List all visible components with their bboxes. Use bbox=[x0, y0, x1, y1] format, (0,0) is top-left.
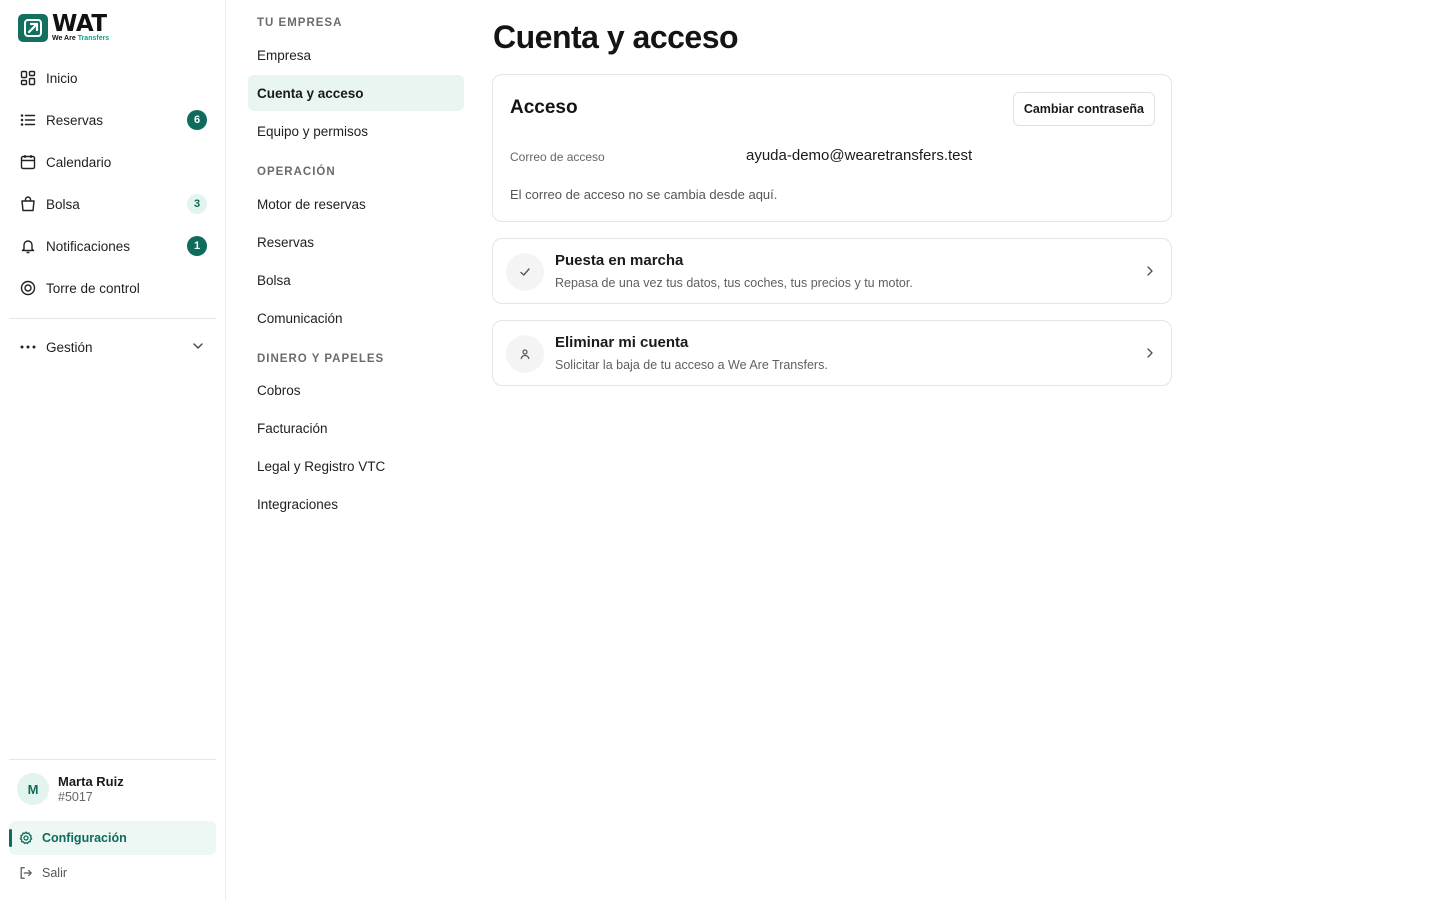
user-profile[interactable]: M Marta Ruiz #5017 bbox=[17, 773, 124, 805]
bell-icon bbox=[19, 237, 37, 255]
sidebar-item-label: Calendario bbox=[46, 154, 112, 170]
sidebar-item-gestion[interactable]: Gestión bbox=[9, 326, 217, 368]
bag-icon bbox=[19, 195, 37, 213]
email-note: El correo de acceso no se cambia desde a… bbox=[510, 187, 778, 202]
delete-account-description: Solicitar la baja de tu acceso a We Are … bbox=[555, 358, 828, 372]
sidebar-divider bbox=[9, 318, 216, 319]
sidebar-item-bolsa[interactable]: Bolsa 3 bbox=[9, 183, 217, 225]
settings-section-title: OPERACIÓN bbox=[257, 166, 336, 178]
settings-item-cuenta-y-acceso[interactable]: Cuenta y acceso bbox=[248, 75, 464, 111]
bolsa-count-badge: 3 bbox=[187, 194, 207, 214]
page-title: Cuenta y acceso bbox=[493, 19, 739, 55]
arrow-up-right-icon bbox=[18, 13, 48, 42]
sidebar-item-reservas[interactable]: Reservas 6 bbox=[9, 99, 217, 141]
change-password-button[interactable]: Cambiar contraseña bbox=[1012, 92, 1155, 126]
sidebar-item-inicio[interactable]: Inicio bbox=[9, 57, 217, 99]
grid-icon bbox=[19, 69, 37, 87]
gear-icon bbox=[19, 831, 33, 845]
brand-tagline: We Are Transfers bbox=[52, 35, 110, 42]
check-icon bbox=[506, 253, 544, 291]
sidebar-item-notificaciones[interactable]: Notificaciones 1 bbox=[9, 225, 217, 267]
sidebar-item-torre-de-control[interactable]: Torre de control bbox=[9, 267, 217, 309]
calendar-icon bbox=[19, 153, 37, 171]
sidebar-item-label: Configuración bbox=[42, 831, 127, 845]
settings-item-facturacion[interactable]: Facturación bbox=[248, 410, 464, 446]
brand-logo[interactable]: WAT We Are Transfers bbox=[18, 13, 109, 42]
list-icon bbox=[19, 111, 37, 129]
sidebar-item-label: Reservas bbox=[46, 112, 104, 128]
acceso-card-title: Acceso bbox=[510, 97, 578, 118]
sidebar-item-label: Notificaciones bbox=[46, 238, 131, 254]
setup-description: Repasa de una vez tus datos, tus coches,… bbox=[555, 276, 913, 290]
target-icon bbox=[19, 279, 37, 297]
chevron-down-icon bbox=[191, 339, 205, 358]
delete-account-card[interactable]: Eliminar mi cuenta Solicitar la baja de … bbox=[492, 320, 1172, 386]
chevron-right-icon bbox=[1143, 264, 1157, 283]
logout-button[interactable]: Salir bbox=[9, 860, 216, 886]
acceso-card: Acceso Cambiar contraseña Correo de acce… bbox=[492, 74, 1172, 222]
sidebar-item-label: Torre de control bbox=[46, 280, 140, 296]
settings-item-legal-y-registro-vtc[interactable]: Legal y Registro VTC bbox=[248, 448, 464, 484]
sidebar-item-label: Inicio bbox=[46, 70, 78, 86]
sidebar-item-label: Gestión bbox=[46, 339, 93, 355]
user-icon bbox=[506, 335, 544, 373]
logout-label: Salir bbox=[42, 866, 68, 880]
brand-name: WAT bbox=[52, 11, 107, 37]
setup-title: Puesta en marcha bbox=[555, 252, 684, 269]
settings-item-empresa[interactable]: Empresa bbox=[248, 37, 464, 73]
email-value: ayuda-demo@wearetransfers.test bbox=[746, 147, 973, 164]
more-dots-icon bbox=[19, 345, 37, 349]
settings-item-comunicacion[interactable]: Comunicación bbox=[248, 300, 464, 336]
reservas-count-badge: 6 bbox=[187, 110, 207, 130]
main-nav: Inicio Reservas 6 Calendario Bolsa 3 Not… bbox=[9, 57, 217, 309]
sidebar-item-calendario[interactable]: Calendario bbox=[9, 141, 217, 183]
notificaciones-count-badge: 1 bbox=[187, 236, 207, 256]
settings-item-equipo-y-permisos[interactable]: Equipo y permisos bbox=[248, 113, 464, 149]
chevron-right-icon bbox=[1143, 346, 1157, 365]
user-name: Marta Ruiz bbox=[58, 774, 124, 789]
sidebar: WAT We Are Transfers Inicio Reservas 6 C… bbox=[0, 0, 226, 900]
email-label: Correo de acceso bbox=[510, 150, 605, 164]
settings-item-cobros[interactable]: Cobros bbox=[248, 372, 464, 408]
setup-card[interactable]: Puesta en marcha Repasa de una vez tus d… bbox=[492, 238, 1172, 304]
user-id: #5017 bbox=[58, 790, 93, 804]
avatar: M bbox=[17, 773, 49, 805]
settings-item-bolsa[interactable]: Bolsa bbox=[248, 262, 464, 298]
settings-item-reservas[interactable]: Reservas bbox=[248, 224, 464, 260]
sidebar-item-configuracion[interactable]: Configuración bbox=[9, 821, 216, 855]
settings-section-title: TU EMPRESA bbox=[257, 17, 343, 29]
sidebar-divider bbox=[9, 759, 216, 760]
delete-account-title: Eliminar mi cuenta bbox=[555, 334, 689, 351]
settings-section-title: DINERO Y PAPELES bbox=[257, 353, 385, 365]
settings-item-motor-de-reservas[interactable]: Motor de reservas bbox=[248, 186, 464, 222]
logout-icon bbox=[19, 866, 33, 880]
settings-item-integraciones[interactable]: Integraciones bbox=[248, 486, 464, 522]
sidebar-item-label: Bolsa bbox=[46, 196, 80, 212]
